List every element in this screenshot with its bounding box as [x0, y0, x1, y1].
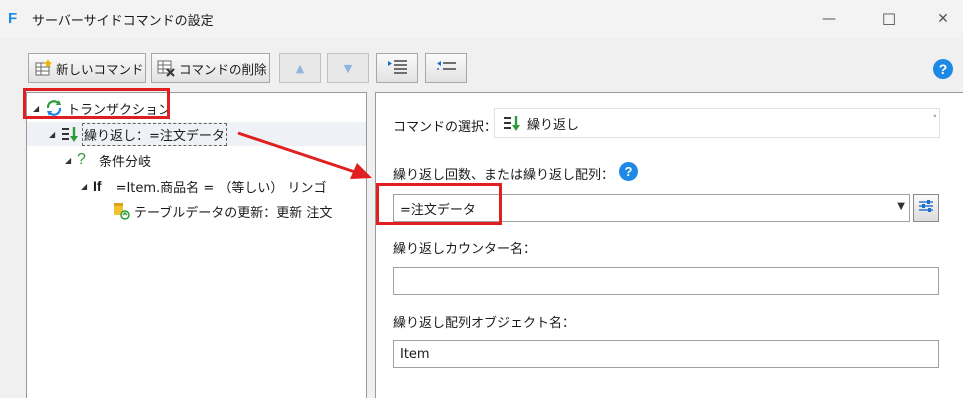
move-down-icon: ▼ [343, 61, 353, 75]
command-tree: ◢ トランザクション ◢ 繰り返し：=注文データ ◢ ? 条件分岐 ◢ If =… [26, 92, 367, 398]
delete-command-icon [157, 59, 175, 77]
repeat-icon [61, 125, 79, 143]
tree-item-update[interactable]: テーブルデータの更新：更新 注文 [111, 200, 332, 222]
indent-button[interactable] [376, 53, 418, 83]
array-object-value: Item [400, 346, 430, 362]
maximize-button[interactable]: ☐ [866, 0, 912, 38]
command-select-label: コマンドの選択： [393, 120, 498, 135]
move-down-button[interactable]: ▼ [327, 53, 369, 83]
array-object-input[interactable]: Item [393, 340, 939, 368]
counter-name-input[interactable] [393, 267, 939, 295]
outdent-button[interactable] [425, 53, 467, 83]
tree-item-branch[interactable]: ◢ ? 条件分岐 [65, 149, 151, 171]
counter-name-label: 繰り返しカウンター名： [393, 242, 537, 257]
close-icon: ✕ [937, 11, 949, 27]
minimize-button[interactable]: — [806, 0, 852, 38]
maximize-icon: ☐ [881, 9, 897, 29]
tree-item-repeat[interactable]: ◢ 繰り返し：=注文データ [49, 122, 227, 146]
help-icon[interactable]: ? [933, 59, 953, 79]
outdent-icon [435, 59, 457, 78]
expand-icon[interactable]: ◢ [81, 182, 93, 191]
indent-icon [386, 59, 408, 78]
annotation-box-repeat-value [376, 183, 502, 225]
tree-label-branch: 条件分岐 [99, 154, 152, 170]
tree-label-if-condition: =Item.商品名 = （等しい） リンゴ [115, 180, 327, 196]
if-keyword: If [93, 178, 102, 194]
command-select[interactable]: 繰り返し ˅ [494, 108, 940, 138]
minimize-icon: — [822, 11, 836, 27]
delete-command-label: コマンドの削除 [179, 61, 267, 77]
move-up-button[interactable]: ▲ [279, 53, 321, 83]
formula-editor-button[interactable] [913, 194, 939, 222]
new-command-icon [34, 59, 52, 77]
repeat-count-help-icon[interactable]: ? [619, 162, 638, 181]
properties-panel: コマンドの選択： 繰り返し ˅ 繰り返し回数、または繰り返し配列： ? =注文デ… [375, 92, 963, 398]
new-command-label: 新しいコマンド [56, 61, 144, 77]
close-button[interactable]: ✕ [920, 0, 963, 38]
app-icon: F [8, 10, 18, 27]
table-update-icon [111, 202, 131, 220]
tree-item-if[interactable]: ◢ If =Item.商品名 = （等しい） リンゴ [81, 175, 326, 197]
delete-command-button[interactable]: コマンドの削除 [151, 53, 270, 83]
new-command-button[interactable]: 新しいコマンド [28, 53, 146, 83]
move-up-icon: ▲ [295, 61, 305, 75]
chevron-down-icon: ˅ [932, 115, 938, 125]
dropdown-arrow-icon[interactable]: ▼ [897, 201, 905, 212]
window-title: サーバーサイドコマンドの設定 [32, 14, 214, 29]
expand-icon[interactable]: ◢ [65, 156, 77, 165]
tree-label-repeat: 繰り返し：=注文データ [82, 122, 227, 146]
array-object-label: 繰り返し配列オブジェクト名： [393, 316, 576, 331]
expand-icon[interactable]: ◢ [49, 130, 61, 139]
repeat-count-label: 繰り返し回数、または繰り返し配列： [393, 168, 615, 183]
annotation-box-transaction [23, 88, 170, 119]
toolbar: 新しいコマンド コマンドの削除 ▲ ▼ [0, 38, 963, 90]
settings-sliders-icon [918, 199, 934, 217]
branch-icon: ? [77, 151, 86, 168]
repeat-icon [503, 114, 521, 132]
title-bar: F サーバーサイドコマンドの設定 — ☐ ✕ [0, 0, 963, 38]
command-select-value: 繰り返し [527, 117, 580, 133]
tree-label-update: テーブルデータの更新：更新 注文 [134, 205, 333, 221]
